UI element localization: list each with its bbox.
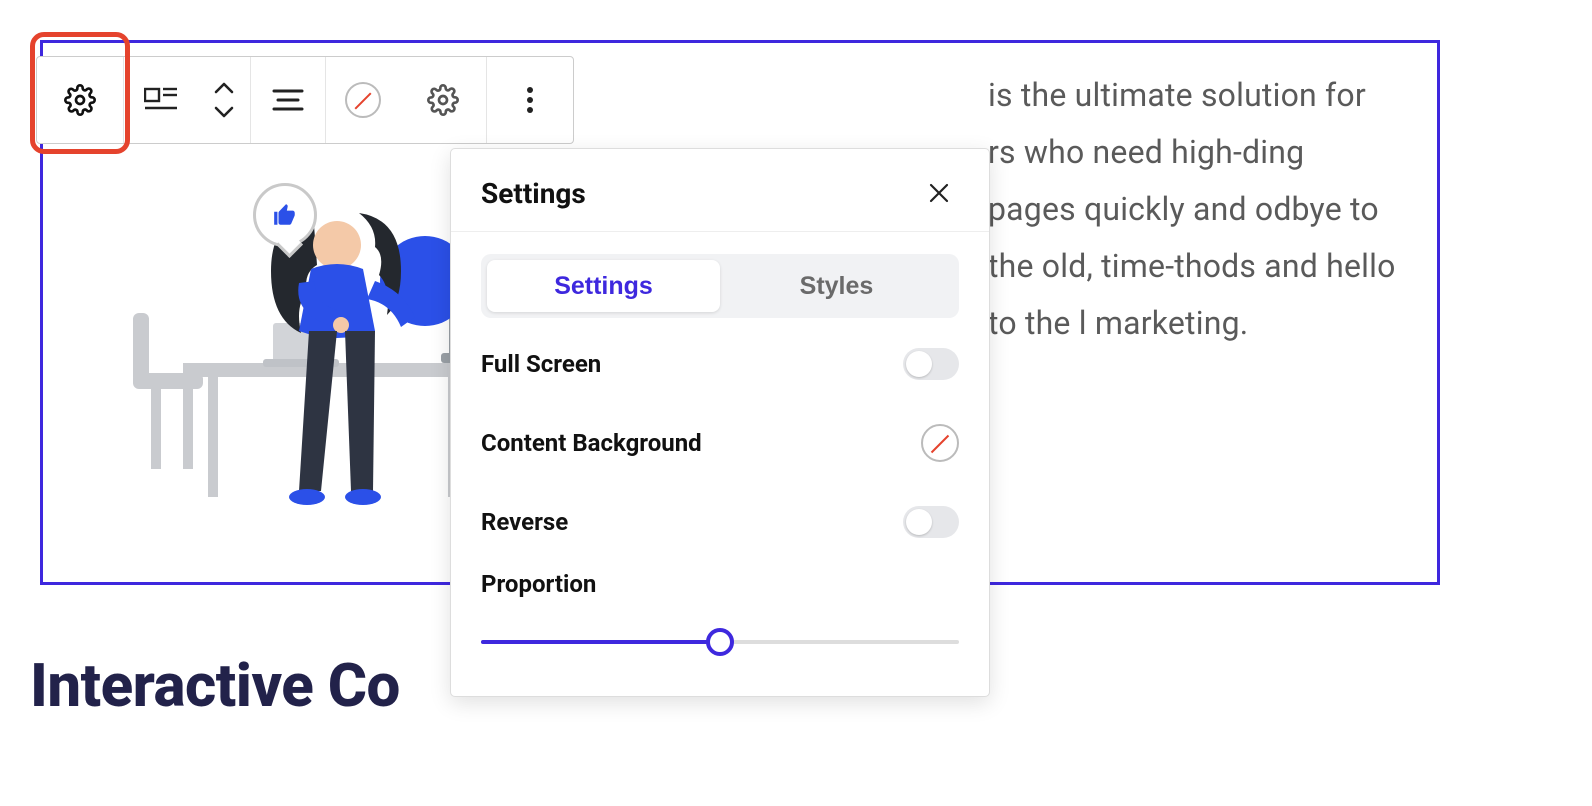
block-toolbar xyxy=(36,56,574,144)
reverse-label: Reverse xyxy=(481,508,568,536)
tab-styles[interactable]: Styles xyxy=(720,260,953,312)
slider-fill xyxy=(481,640,720,644)
popover-title: Settings xyxy=(481,177,586,210)
more-options-button[interactable] xyxy=(487,63,573,137)
section-heading: Interactive Co xyxy=(30,650,400,721)
full-screen-toggle[interactable] xyxy=(903,348,959,380)
align-button[interactable] xyxy=(251,63,325,137)
tab-settings[interactable]: Settings xyxy=(487,260,720,312)
content-background-label: Content Background xyxy=(481,429,702,457)
move-updown-button[interactable] xyxy=(198,63,250,137)
slider-handle[interactable] xyxy=(706,628,734,656)
block-illustration xyxy=(123,173,493,543)
block-type-button[interactable] xyxy=(43,63,117,137)
settings-popover: Settings Settings Styles Full Screen Con… xyxy=(450,148,990,697)
settings-button[interactable] xyxy=(406,63,480,137)
block-body-text: is the ultimate solution for rs who need… xyxy=(988,67,1397,352)
layout-button[interactable] xyxy=(124,63,198,137)
background-none-button[interactable] xyxy=(326,63,400,137)
proportion-label: Proportion xyxy=(481,570,959,598)
popover-tabs: Settings Styles xyxy=(481,254,959,318)
close-button[interactable] xyxy=(919,173,959,213)
thumbs-up-icon xyxy=(253,183,317,247)
proportion-slider[interactable] xyxy=(481,628,959,656)
content-background-swatch[interactable] xyxy=(921,424,959,462)
reverse-toggle[interactable] xyxy=(903,506,959,538)
full-screen-label: Full Screen xyxy=(481,350,601,378)
